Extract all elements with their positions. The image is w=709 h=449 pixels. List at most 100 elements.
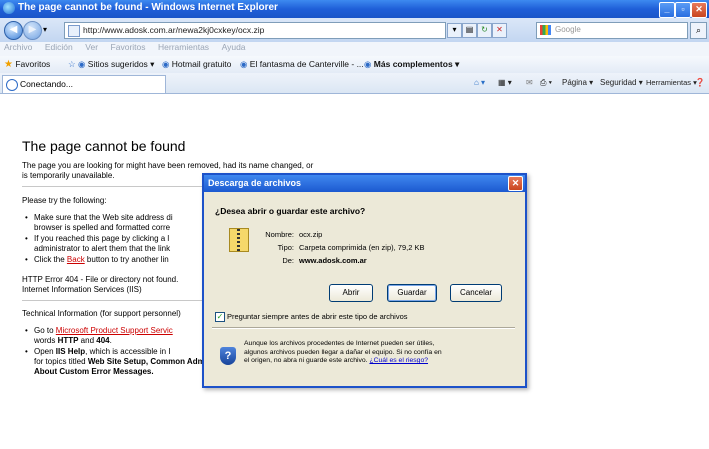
cancel-button[interactable]: Cancelar — [450, 284, 502, 302]
bullet-1: Make sure that the Web site address di b… — [25, 213, 173, 233]
page-menu[interactable]: Página ▾ — [562, 78, 593, 87]
bullet-text: for topics titled — [34, 357, 88, 366]
menu-ver[interactable]: Ver — [85, 42, 98, 52]
favorites-button[interactable]: ★ Favoritos — [4, 59, 50, 70]
risk-link[interactable]: ¿Cuál es el riesgo? — [369, 357, 428, 364]
tools-menu[interactable]: Herramientas ▾ — [646, 78, 697, 87]
file-name-value: ocx.zip — [299, 230, 323, 239]
address-text: http://www.adosk.com.ar/newa2kj0cxkey/oc… — [83, 25, 265, 35]
warning-text: algunos archivos pueden llegar a dañar e… — [244, 348, 442, 356]
bullet-text: Go to — [34, 326, 56, 335]
ie-page-icon: ◉ — [78, 59, 86, 69]
address-input[interactable]: http://www.adosk.com.ar/newa2kj0cxkey/oc… — [64, 22, 446, 39]
tab-current[interactable]: Conectando... — [2, 75, 166, 93]
fav-item-label: Más complementos ▾ — [373, 59, 460, 69]
file-name-row: Nombre: ocx.zip — [252, 230, 322, 239]
ie-logo-icon — [3, 2, 15, 14]
back-button[interactable]: ◀ — [4, 21, 23, 40]
fav-item-hotmail[interactable]: ◉ Hotmail gratuito — [162, 59, 231, 70]
fav-item-label: Sitios sugeridos ▾ — [87, 59, 155, 69]
page-icon — [68, 25, 80, 37]
bullet-text: Open — [34, 347, 56, 356]
google-icon — [540, 25, 551, 35]
menu-favoritos[interactable]: Favoritos — [111, 42, 146, 52]
ie-page-icon: ◉ — [240, 59, 248, 69]
ie-page-icon: ◉ — [162, 59, 170, 69]
zip-file-icon — [229, 228, 249, 252]
security-menu[interactable]: Seguridad ▾ — [600, 78, 643, 87]
refresh-icon[interactable]: ↻ — [477, 23, 492, 38]
bullet-text: , which is accessible in I — [85, 347, 171, 356]
bullet-text: words — [34, 336, 58, 345]
search-icon[interactable]: ⌕ — [690, 22, 707, 39]
home-icon[interactable]: ⌂ ▾ — [474, 78, 485, 87]
window-title: The page cannot be found - Windows Inter… — [18, 2, 278, 13]
always-ask-checkbox[interactable]: ✓ — [215, 312, 225, 322]
star-icon: ★ — [4, 59, 13, 70]
mail-icon[interactable]: ✉ — [526, 78, 533, 87]
forward-button[interactable]: ▶ — [23, 21, 42, 40]
security-warning: Aunque los archivos procedentes de Inter… — [244, 340, 442, 366]
bullet-text: 404 — [96, 336, 110, 345]
minimize-button[interactable]: _ — [659, 2, 675, 18]
close-button[interactable]: ✕ — [691, 2, 707, 18]
print-icon[interactable]: ⎙ ▾ — [540, 78, 552, 88]
always-ask-label[interactable]: Preguntar siempre antes de abrir este ti… — [227, 312, 408, 321]
back-link[interactable]: Back — [67, 255, 85, 264]
feeds-icon[interactable]: ▦ ▾ — [498, 78, 512, 87]
file-type-value: Carpeta comprimida (en zip), 79,2 KB — [299, 243, 425, 252]
file-type-row: Tipo: Carpeta comprimida (en zip), 79,2 K… — [252, 243, 425, 252]
fav-item-label: El fantasma de Canterville - ... — [249, 59, 364, 69]
loading-icon — [6, 79, 18, 91]
security-shield-icon: ? — [220, 347, 236, 365]
support-link[interactable]: Microsoft Product Support Servic — [56, 326, 173, 335]
bullet-text: button to try another lin — [84, 255, 169, 264]
address-toolbar: ◀ ▶ ▾ http://www.adosk.com.ar/newa2kj0cx… — [0, 18, 709, 43]
compatibility-icon[interactable]: ▤ — [462, 23, 477, 38]
error-line-1: HTTP Error 404 - File or directory not f… — [22, 275, 179, 284]
ie-page-icon: ◉ — [364, 59, 372, 69]
save-button[interactable]: Guardar — [387, 284, 437, 302]
dialog-close-button[interactable]: ✕ — [508, 176, 523, 191]
bullet-text: HTTP — [57, 336, 79, 345]
file-download-dialog: Descarga de archivos ✕ ¿Desea abrir o gu… — [202, 173, 527, 388]
page-title: The page cannot be found — [22, 138, 186, 154]
bullet-text: browser is spelled and formatted corre — [34, 223, 171, 232]
bullet-text: administrator to alert them that the lin… — [34, 244, 171, 253]
menu-edicion[interactable]: Edición — [45, 42, 73, 52]
open-button[interactable]: Abrir — [329, 284, 373, 302]
menu-ayuda[interactable]: Ayuda — [222, 42, 246, 52]
bullet-text: IIS Help — [55, 347, 86, 356]
stop-icon[interactable]: ✕ — [492, 23, 507, 38]
search-input[interactable]: Google — [536, 22, 688, 39]
fav-item-sitios[interactable]: ☆ ◉ Sitios sugeridos ▾ — [68, 59, 154, 70]
bullet-text: Click the — [34, 255, 67, 264]
favorites-label: Favoritos — [15, 59, 51, 69]
dialog-title: Descarga de archivos — [208, 178, 302, 188]
bullet-text: About Custom Error Messages. — [34, 367, 154, 376]
help-icon[interactable]: ❓ — [695, 78, 705, 87]
maximize-button[interactable]: ▫ — [675, 2, 691, 18]
menu-bar: Archivo Edición Ver Favoritos Herramient… — [0, 42, 709, 56]
tech-bullet-1: Go to Microsoft Product Support Servic w… — [25, 326, 173, 346]
file-name-label: Nombre: — [265, 230, 294, 239]
tab-bar: Conectando... ⌂ ▾ ▦ ▾ ✉ ⎙ ▾ Página ▾ Seg… — [0, 73, 709, 94]
fav-item-complementos[interactable]: ◉ Más complementos ▾ — [364, 59, 459, 70]
dialog-divider — [212, 327, 515, 329]
file-source-label: De: — [282, 256, 294, 265]
intro-line-2: is temporarily unavailable. — [22, 171, 115, 180]
history-dropdown-icon[interactable]: ▾ — [43, 25, 47, 34]
address-dropdown-icon[interactable]: ▾ — [447, 23, 462, 38]
dialog-question: ¿Desea abrir o guardar este archivo? — [215, 206, 366, 216]
bullet-2: If you reached this page by clicking a l… — [25, 234, 171, 254]
file-type-label: Tipo: — [277, 243, 294, 252]
fav-item-label: Hotmail gratuito — [171, 59, 232, 69]
add-favorite-icon: ☆ — [68, 59, 76, 69]
menu-herramientas[interactable]: Herramientas — [158, 42, 209, 52]
fav-item-canterville[interactable]: ◉ El fantasma de Canterville - ... — [240, 59, 364, 70]
menu-archivo[interactable]: Archivo — [4, 42, 32, 52]
bullet-text: and — [78, 336, 97, 345]
dialog-title-bar: Descarga de archivos ✕ — [204, 175, 525, 192]
bullet-3: Click the Back button to try another lin — [25, 255, 169, 265]
bullet-text: Make sure that the Web site address di — [34, 213, 173, 222]
